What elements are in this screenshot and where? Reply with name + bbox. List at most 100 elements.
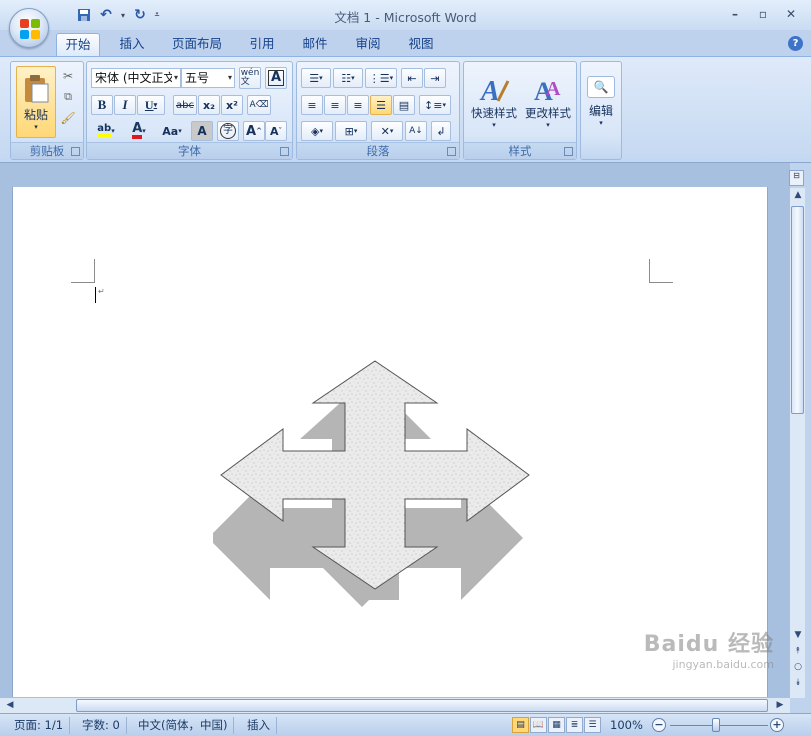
chevron-down-icon: ▾	[353, 127, 358, 135]
prev-page-icon[interactable]: ⯭	[790, 646, 806, 656]
tab-review[interactable]: 审阅	[346, 33, 390, 57]
subscript-button[interactable]: x₂	[198, 95, 220, 115]
vertical-scrollbar[interactable]: ▲ ▼ ⯭ ○ ⯯	[789, 188, 805, 698]
font-group: 宋体 (中文正文 ▾ 五号 ▾ wén 文 A B I U ▾ abc x₂ x²…	[86, 61, 293, 160]
clipboard-launcher-icon[interactable]	[71, 147, 80, 156]
styles-launcher-icon[interactable]	[564, 147, 573, 156]
font-color-icon: A	[132, 122, 143, 139]
office-button[interactable]	[9, 8, 49, 48]
document-page[interactable]: ↵	[12, 187, 768, 697]
tab-view[interactable]: 视图	[399, 33, 443, 57]
sort-button[interactable]: A↓	[405, 121, 427, 141]
borders-button[interactable]: ⊞ ▾	[335, 121, 367, 141]
ribbon: 粘贴 ▾ ✂ ⧉ 🖌 剪贴板 宋体 (中文正文 ▾ 五号 ▾ wén 文 A B…	[0, 56, 811, 163]
tab-page-layout[interactable]: 页面布局	[166, 33, 228, 57]
font-name-select[interactable]: 宋体 (中文正文 ▾	[91, 68, 181, 88]
paste-button[interactable]: 粘贴 ▾	[16, 66, 56, 138]
chevron-down-icon: ▾	[227, 73, 232, 82]
quick-styles-label: 快速样式	[471, 106, 517, 120]
phonetic-guide-button[interactable]: wén 文	[239, 67, 261, 89]
tab-references[interactable]: 引用	[240, 33, 284, 57]
print-layout-view-icon[interactable]: ▤	[512, 717, 529, 733]
copy-icon[interactable]: ⧉	[59, 88, 77, 106]
vertical-scroll-thumb[interactable]	[791, 206, 804, 414]
status-insert-mode[interactable]: 插入	[241, 717, 277, 734]
char-shading-button[interactable]: A	[191, 121, 213, 141]
status-page[interactable]: 页面: 1/1	[8, 717, 71, 734]
quick-styles-icon: A	[479, 76, 510, 105]
outline-view-icon[interactable]: ≣	[566, 717, 583, 733]
zoom-in-icon[interactable]: +	[770, 718, 784, 732]
scroll-down-icon[interactable]: ▼	[790, 630, 806, 640]
numbering-button[interactable]: ☷ ▾	[333, 68, 363, 88]
multilevel-list-button[interactable]: ⋮☰ ▾	[365, 68, 397, 88]
strikethrough-button[interactable]: abc	[173, 95, 197, 115]
minimize-icon[interactable]: –	[723, 4, 747, 24]
next-page-icon[interactable]: ⯯	[790, 678, 806, 688]
zoom-out-icon[interactable]: −	[652, 718, 666, 732]
horizontal-scroll-thumb[interactable]	[76, 699, 768, 712]
font-name-value: 宋体 (中文正文	[95, 71, 176, 85]
justify-button[interactable]: ☰	[370, 95, 392, 115]
chinese-layout-button[interactable]: ✕ ▾	[371, 121, 403, 141]
font-group-label: 字体	[87, 142, 292, 159]
horizontal-scrollbar[interactable]: ◀ ▶	[0, 697, 790, 713]
watermark: Baidu 经验 jingyan.baidu.com	[644, 626, 774, 671]
close-icon[interactable]: ✕	[779, 4, 803, 24]
grow-font-button[interactable]: A ^	[243, 121, 265, 141]
bullets-button[interactable]: ☰ ▾	[301, 68, 331, 88]
zoom-level[interactable]: 100%	[610, 717, 643, 734]
paragraph-mark-icon: ↵	[98, 287, 105, 296]
change-styles-button[interactable]: AA 更改样式 ▾	[522, 64, 574, 140]
align-right-button[interactable]: ≡	[347, 95, 369, 115]
scroll-up-icon[interactable]: ▲	[790, 190, 806, 200]
title-bar: ↶ ▾ ↻ ⩡ 文档 1 - Microsoft Word – ▫ ✕	[0, 0, 811, 30]
paragraph-launcher-icon[interactable]	[447, 147, 456, 156]
four-way-arrow-shape[interactable]	[213, 357, 543, 607]
browse-object-icon[interactable]: ○	[790, 662, 806, 672]
font-size-select[interactable]: 五号 ▾	[181, 68, 235, 88]
bold-button[interactable]: B	[91, 95, 113, 115]
zoom-slider-thumb[interactable]	[712, 718, 720, 732]
shrink-font-button[interactable]: Aˇ	[265, 121, 287, 141]
align-left-icon: ≡	[307, 98, 317, 112]
scroll-left-icon[interactable]: ◀	[2, 700, 18, 710]
enclose-char-button[interactable]: 字	[217, 121, 239, 141]
status-word-count[interactable]: 字数: 0	[76, 717, 127, 734]
draft-view-icon[interactable]: ☰	[584, 717, 601, 733]
styles-group-label: 样式	[464, 142, 576, 159]
tab-mailings[interactable]: 邮件	[293, 33, 337, 57]
view-ruler-icon[interactable]: ⊟	[789, 170, 804, 186]
underline-button[interactable]: U ▾	[137, 95, 165, 115]
show-marks-button[interactable]: ↲	[431, 121, 451, 141]
line-spacing-button[interactable]: ↕≡ ▾	[419, 95, 451, 115]
highlight-button[interactable]: ab ▾	[91, 121, 121, 141]
italic-button[interactable]: I	[114, 95, 136, 115]
align-left-button[interactable]: ≡	[301, 95, 323, 115]
superscript-button[interactable]: x²	[221, 95, 243, 115]
full-screen-reading-icon[interactable]: 📖	[530, 717, 547, 733]
tab-home[interactable]: 开始	[56, 33, 100, 57]
multilevel-list-icon: ⋮☰	[368, 71, 390, 85]
margin-corner-top-right	[649, 259, 673, 283]
maximize-icon[interactable]: ▫	[751, 4, 775, 24]
align-center-button[interactable]: ≡	[324, 95, 346, 115]
format-painter-icon[interactable]: 🖌	[59, 109, 77, 127]
tab-insert[interactable]: 插入	[110, 33, 154, 57]
char-border-button[interactable]: A	[265, 67, 287, 89]
cut-icon[interactable]: ✂	[59, 67, 77, 85]
increase-indent-button[interactable]: ⇥	[424, 68, 446, 88]
font-launcher-icon[interactable]	[280, 147, 289, 156]
clear-formatting-button[interactable]: A⌫	[247, 95, 271, 115]
decrease-indent-button[interactable]: ⇤	[401, 68, 423, 88]
font-color-button[interactable]: A ▾	[125, 121, 153, 141]
editing-button[interactable]: 🔍 编辑 ▾	[583, 66, 619, 136]
distributed-button[interactable]: ▤	[393, 95, 415, 115]
scroll-right-icon[interactable]: ▶	[772, 700, 788, 710]
change-case-button[interactable]: Aa ▾	[157, 121, 187, 141]
quick-styles-button[interactable]: A 快速样式 ▾	[468, 64, 520, 140]
web-layout-icon[interactable]: ▦	[548, 717, 565, 733]
shading-button[interactable]: ◈ ▾	[301, 121, 333, 141]
status-language[interactable]: 中文(简体，中国)	[132, 717, 235, 734]
help-icon[interactable]: ?	[788, 36, 803, 51]
